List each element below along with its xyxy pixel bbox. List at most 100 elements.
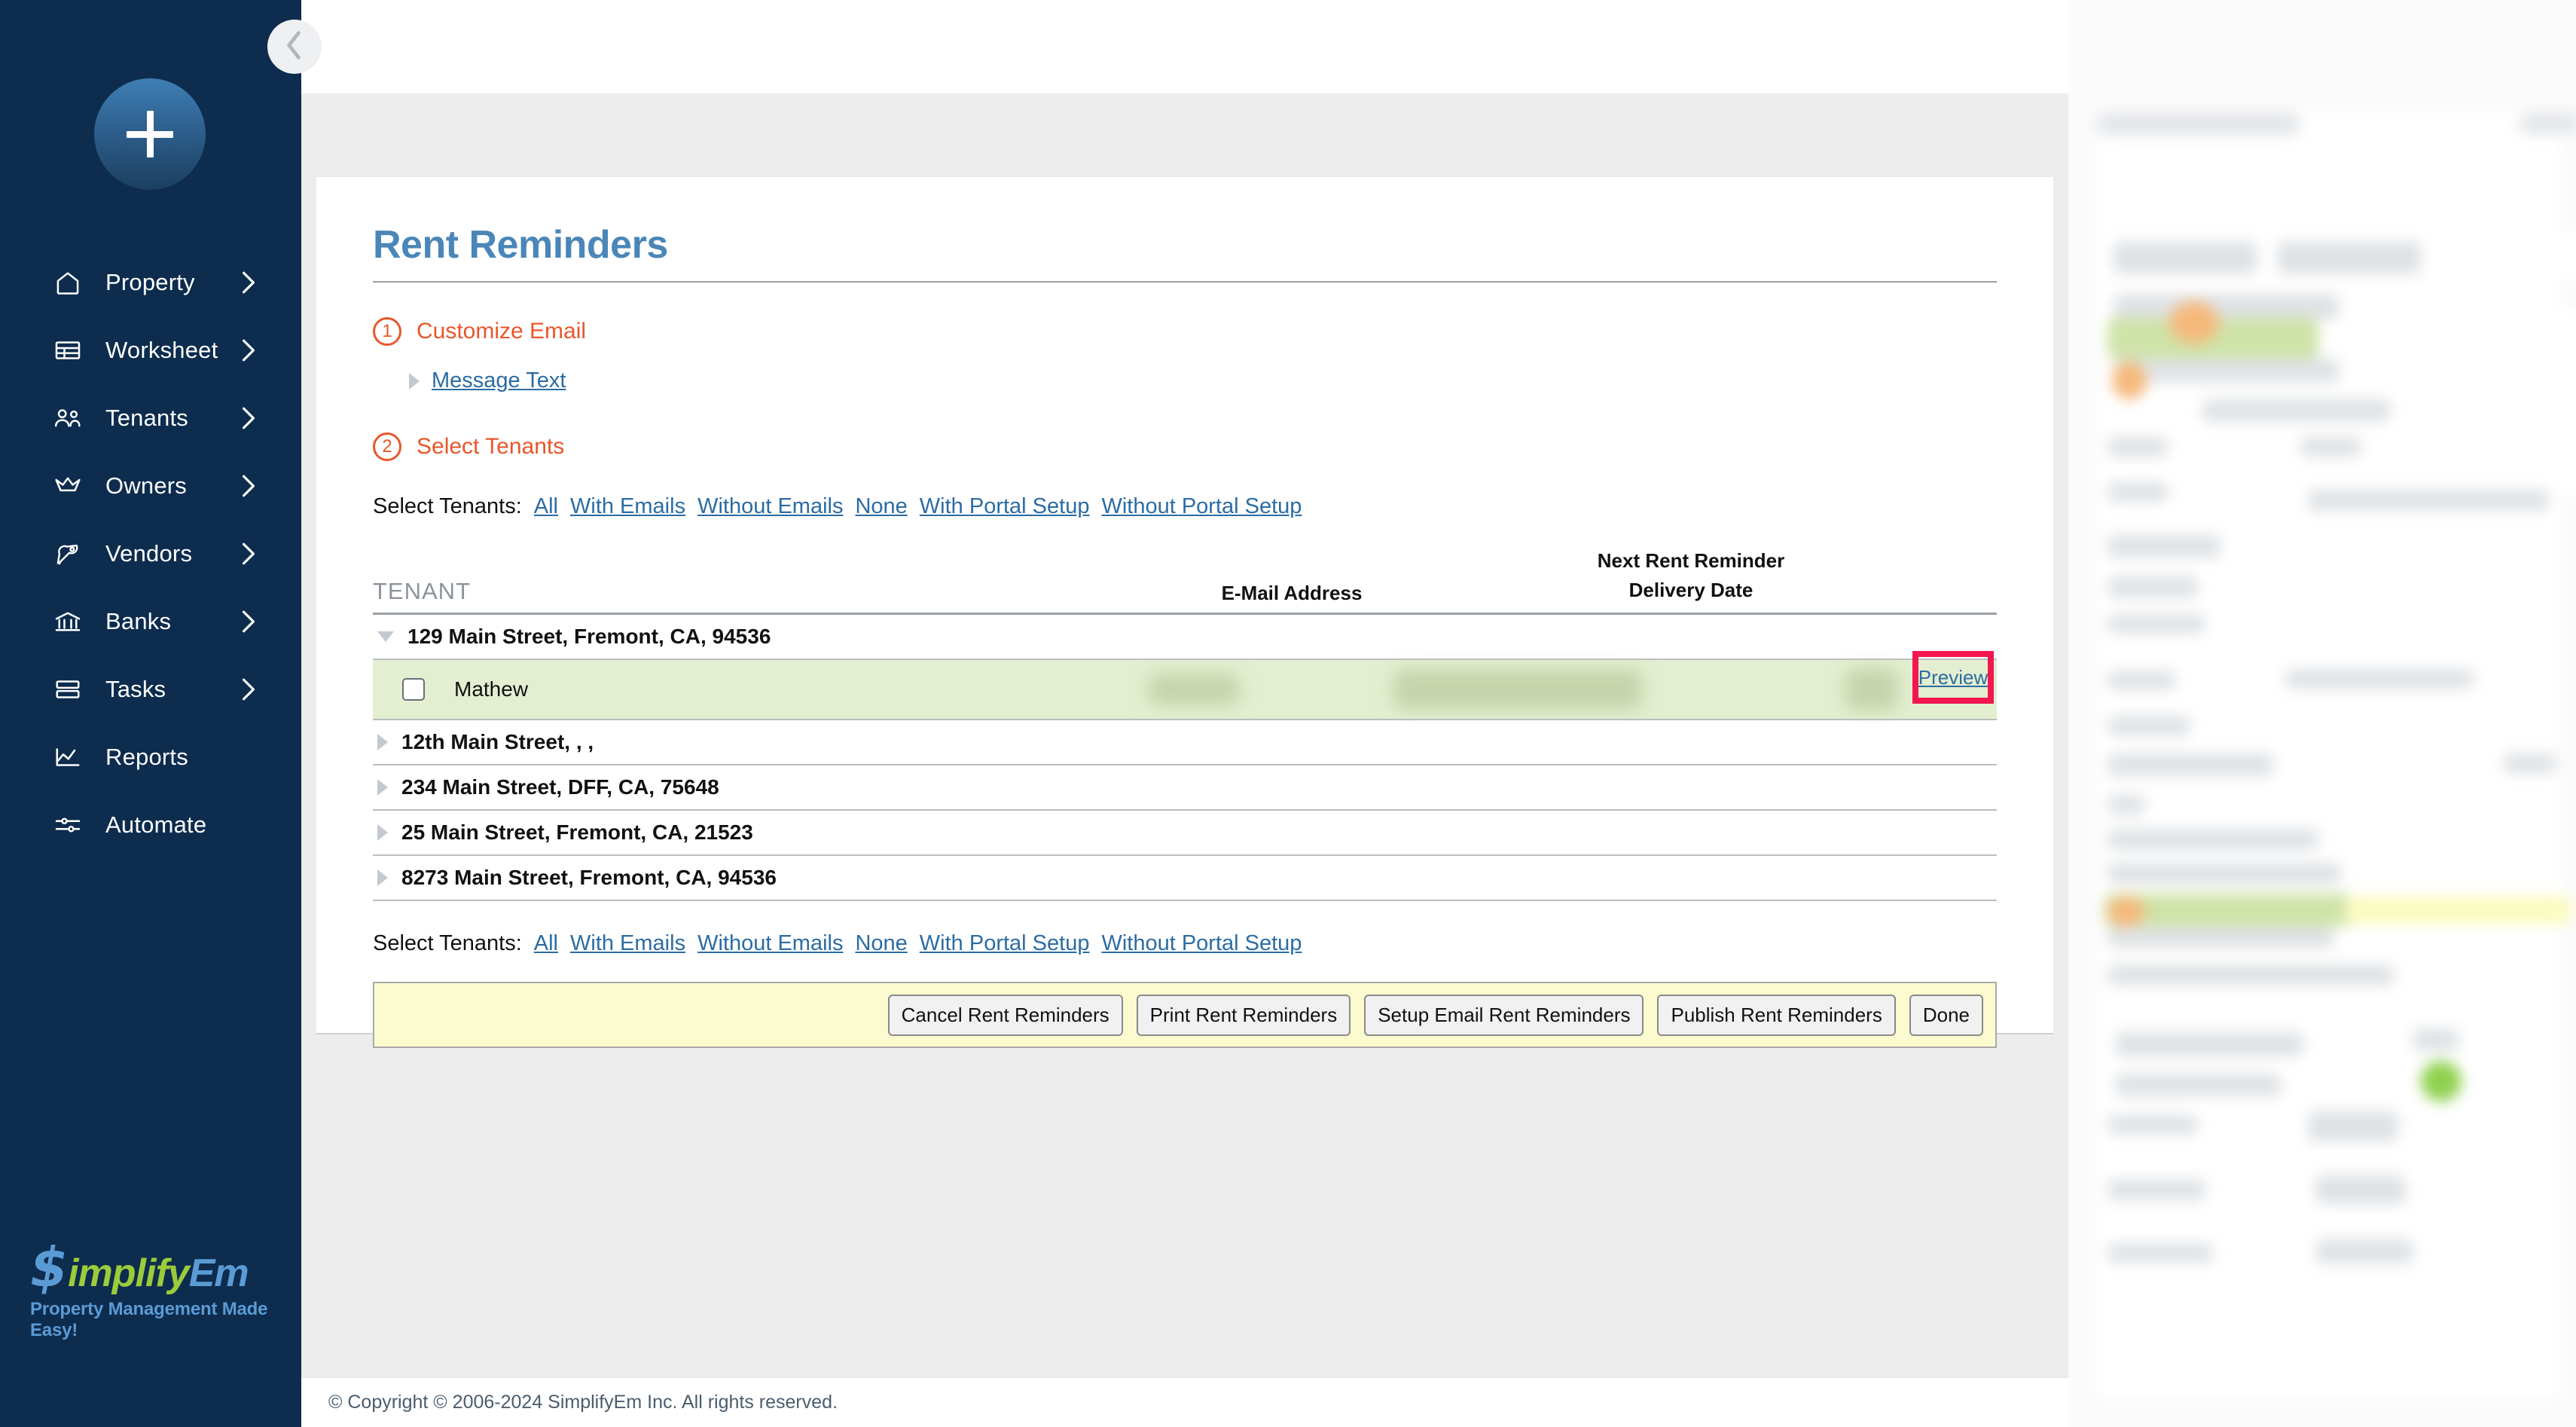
property-address: 234 Main Street, DFF, CA, 75648	[401, 775, 719, 799]
property-group-row[interactable]: 129 Main Street, Fremont, CA, 94536	[373, 615, 1997, 658]
select-tenants-label: Select Tenants:	[373, 931, 522, 955]
chart-icon	[51, 742, 84, 772]
select-link-none[interactable]: None	[855, 931, 907, 956]
sidebar-collapse-button[interactable]	[267, 20, 322, 74]
sidebar-item-property[interactable]: Property	[0, 249, 301, 316]
property-address: 8273 Main Street, Fremont, CA, 94536	[401, 866, 777, 889]
triangle-right-icon[interactable]	[377, 779, 388, 796]
sidebar-item-reports[interactable]: Reports	[0, 723, 301, 791]
chevron-right-icon	[241, 677, 256, 701]
brand-word-primary: implify	[68, 1251, 190, 1295]
select-tenants-bar-bottom: Select Tenants: All With Emails Without …	[373, 931, 1997, 956]
done-button[interactable]: Done	[1909, 994, 1983, 1036]
property-group-row[interactable]: 25 Main Street, Fremont, CA, 21523	[373, 811, 1997, 854]
sidebar-item-worksheet[interactable]: Worksheet	[0, 316, 301, 384]
step-number-badge: 1	[373, 317, 401, 346]
select-link-with-emails[interactable]: With Emails	[570, 931, 685, 956]
chevron-right-icon	[241, 406, 256, 430]
chevron-right-icon	[241, 338, 256, 362]
table-icon	[51, 335, 84, 365]
copyright-text: © Copyright © 2006-2024 SimplifyEm Inc. …	[328, 1392, 838, 1413]
sidebar-item-owners[interactable]: Owners	[0, 452, 301, 520]
app-root: Property Worksheet Tenants Owners Vendor…	[0, 0, 2576, 1427]
property-address: 25 Main Street, Fremont, CA, 21523	[401, 820, 753, 844]
page-title: Rent Reminders	[373, 223, 668, 267]
select-tenants-bar-top: Select Tenants: All With Emails Without …	[373, 494, 1997, 519]
publish-rent-reminders-button[interactable]: Publish Rent Reminders	[1657, 994, 1896, 1036]
sidebar-item-automate[interactable]: Automate	[0, 791, 301, 859]
select-link-with-portal-setup[interactable]: With Portal Setup	[920, 931, 1090, 956]
table-header-row: TENANT E-Mail Address Next Rent Reminder…	[373, 546, 1997, 613]
users-icon	[51, 403, 84, 433]
chevron-left-icon	[285, 30, 304, 64]
triangle-right-icon[interactable]	[377, 824, 388, 841]
triangle-right-icon[interactable]	[409, 372, 420, 390]
tasks-icon	[51, 674, 84, 704]
select-link-all[interactable]: All	[534, 494, 558, 519]
sidebar-item-label: Tasks	[105, 676, 166, 702]
tenant-email-cell	[1307, 660, 1729, 719]
sidebar: Property Worksheet Tenants Owners Vendor…	[0, 0, 301, 1427]
sidebar-item-label: Vendors	[105, 540, 193, 567]
chevron-right-icon	[241, 270, 256, 295]
select-link-none[interactable]: None	[855, 494, 907, 519]
sidebar-item-vendors[interactable]: Vendors	[0, 520, 301, 588]
sidebar-item-label: Owners	[105, 472, 188, 499]
rent-reminders-card: Rent Reminders 1 Customize Email Message…	[316, 177, 2053, 1048]
sliders-icon	[51, 810, 84, 840]
background-preview-content	[2097, 113, 2576, 1397]
step-label: Customize Email	[417, 319, 587, 344]
tenant-phone-cell	[1081, 660, 1307, 719]
chevron-right-icon	[241, 542, 256, 566]
column-header-line2: Delivery Date	[1628, 579, 1753, 601]
brand-dollar: $	[30, 1235, 69, 1299]
cancel-rent-reminders-button[interactable]: Cancel Rent Reminders	[887, 994, 1123, 1036]
message-text-link[interactable]: Message Text	[432, 368, 566, 393]
select-tenants-label: Select Tenants:	[373, 494, 522, 518]
tenant-table: TENANT E-Mail Address Next Rent Reminder…	[373, 546, 1997, 901]
column-header-line1: Next Rent Reminder	[1597, 549, 1785, 572]
bank-icon	[51, 607, 84, 637]
triangle-right-icon[interactable]	[377, 734, 388, 750]
triangle-down-icon[interactable]	[377, 631, 394, 642]
select-link-with-emails[interactable]: With Emails	[570, 494, 685, 519]
column-header-email: E-Mail Address	[1221, 582, 1363, 604]
brand-word-secondary: Em	[188, 1251, 249, 1295]
action-button-bar: Cancel Rent Reminders Print Rent Reminde…	[373, 982, 1997, 1048]
setup-email-rent-reminders-button[interactable]: Setup Email Rent Reminders	[1364, 994, 1644, 1036]
message-text-row[interactable]: Message Text	[409, 368, 1997, 393]
sidebar-item-label: Tenants	[105, 405, 188, 431]
sidebar-item-tenants[interactable]: Tenants	[0, 384, 301, 452]
tenant-checkbox-cell	[373, 660, 454, 719]
select-link-all[interactable]: All	[534, 931, 558, 956]
redacted-value	[1149, 674, 1239, 705]
select-link-without-emails[interactable]: Without Emails	[697, 494, 843, 519]
preview-link[interactable]: Preview	[1918, 666, 1988, 689]
property-group-row[interactable]: 8273 Main Street, Fremont, CA, 94536	[373, 856, 1997, 900]
chevron-right-icon	[241, 610, 256, 634]
tenant-checkbox[interactable]	[402, 678, 425, 701]
property-address: 12th Main Street, , ,	[401, 730, 594, 753]
column-header-tenant: TENANT	[373, 578, 471, 604]
step-1-customize-email: 1 Customize Email	[373, 317, 1997, 346]
triangle-right-icon[interactable]	[377, 869, 388, 886]
redacted-value	[1845, 668, 1898, 710]
background-preview-panel	[2068, 0, 2576, 1427]
plus-icon-vertical	[146, 111, 154, 157]
select-link-without-portal-setup[interactable]: Without Portal Setup	[1101, 494, 1302, 519]
select-link-with-portal-setup[interactable]: With Portal Setup	[920, 494, 1090, 519]
sidebar-item-banks[interactable]: Banks	[0, 588, 301, 655]
select-link-without-portal-setup[interactable]: Without Portal Setup	[1101, 931, 1302, 956]
chevron-right-icon	[241, 474, 256, 498]
sidebar-item-tasks[interactable]: Tasks	[0, 655, 301, 723]
property-group-row[interactable]: 12th Main Street, , ,	[373, 720, 1997, 764]
redacted-value	[1393, 669, 1642, 710]
select-link-without-emails[interactable]: Without Emails	[697, 931, 843, 956]
property-group-row[interactable]: 234 Main Street, DFF, CA, 75648	[373, 765, 1997, 809]
row-divider	[373, 900, 1997, 901]
brand-tagline: Property Management Made Easy!	[30, 1299, 268, 1340]
sidebar-item-label: Banks	[105, 608, 172, 634]
print-rent-reminders-button[interactable]: Print Rent Reminders	[1136, 994, 1351, 1036]
add-button[interactable]	[94, 78, 206, 190]
table-row: Mathew Preview	[373, 651, 1997, 719]
